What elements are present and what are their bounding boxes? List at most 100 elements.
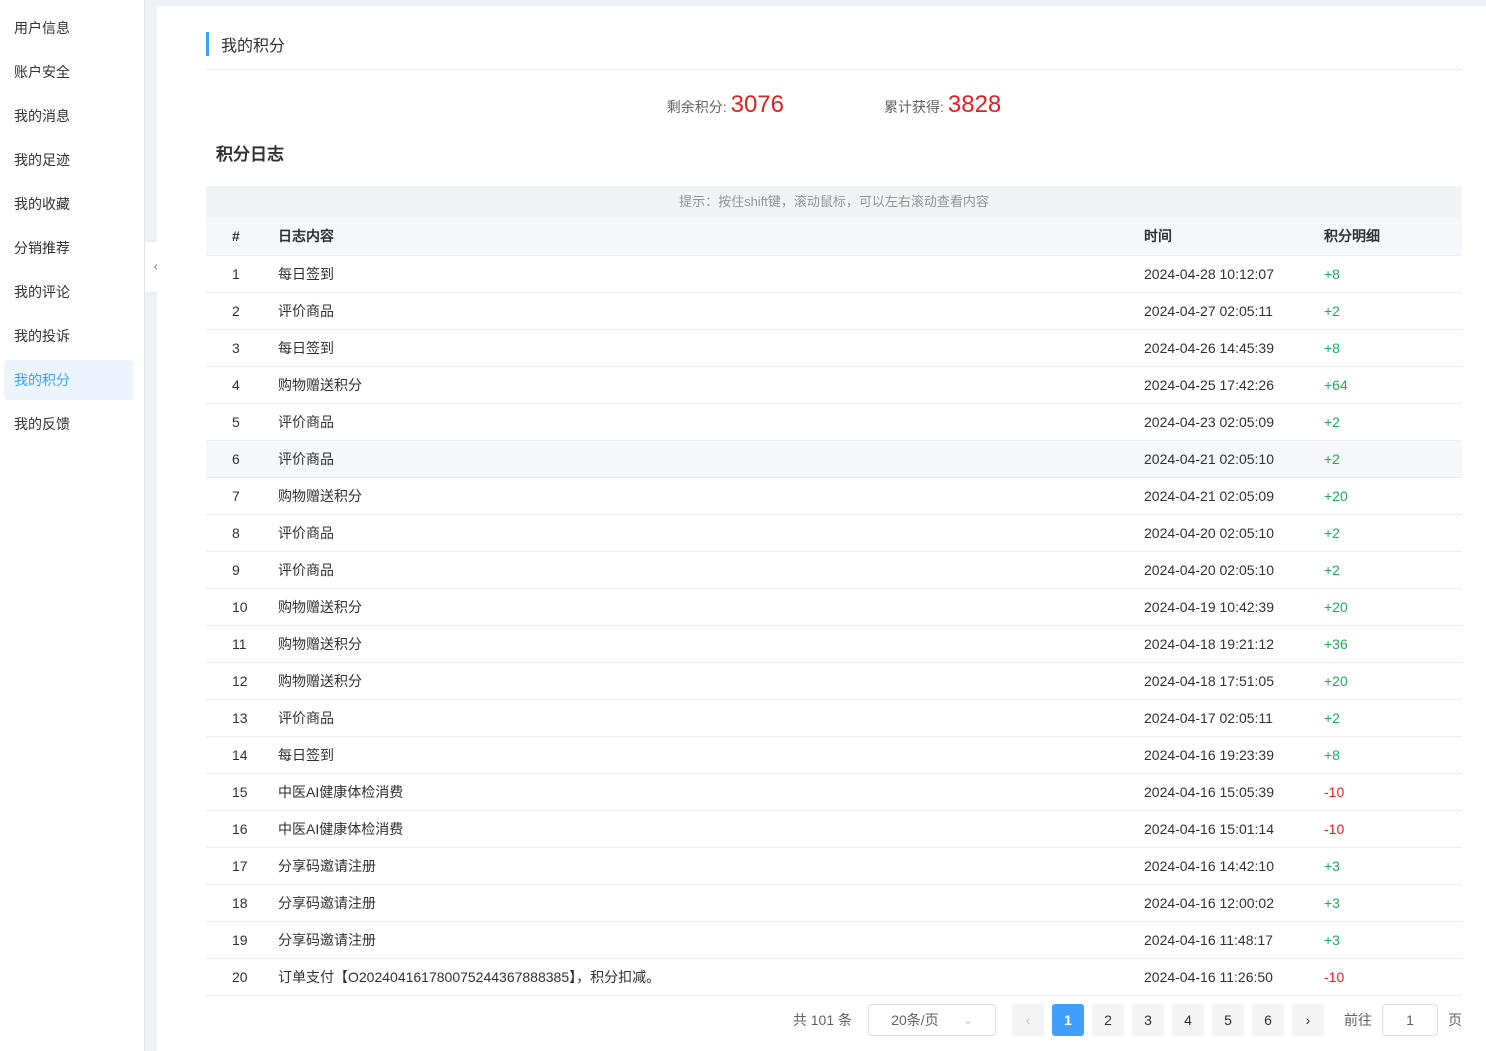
sidebar-item-9[interactable]: 我的反馈 (4, 404, 133, 444)
page-button-1[interactable]: 1 (1052, 1003, 1084, 1036)
sidebar-item-1[interactable]: 账户安全 (4, 52, 133, 92)
row-time: 2024-04-23 02:05:09 (1144, 403, 1324, 441)
sidebar-item-0[interactable]: 用户信息 (4, 8, 133, 48)
table-row: 9 评价商品 2024-04-20 02:05:10 +2 (206, 551, 1462, 589)
row-time: 2024-04-27 02:05:11 (1144, 292, 1324, 330)
row-points: +2 (1324, 699, 1462, 737)
row-index: 12 (206, 662, 278, 700)
sidebar-item-7[interactable]: 我的投诉 (4, 316, 133, 356)
table-row: 5 评价商品 2024-04-23 02:05:09 +2 (206, 403, 1462, 441)
table-row: 7 购物赠送积分 2024-04-21 02:05:09 +20 (206, 477, 1462, 515)
row-content: 购物赠送积分 (278, 366, 1144, 404)
row-index: 18 (206, 884, 278, 922)
log-title: 积分日志 (216, 145, 284, 164)
column-header-time: 时间 (1144, 218, 1324, 256)
page-button-5[interactable]: 5 (1212, 1003, 1244, 1036)
page-button-2[interactable]: 2 (1092, 1003, 1124, 1036)
row-content: 每日签到 (278, 255, 1144, 293)
row-index: 9 (206, 551, 278, 589)
row-points: +8 (1324, 329, 1462, 367)
total-points: 累计获得: 3828 (884, 91, 1001, 119)
row-index: 8 (206, 514, 278, 552)
row-time: 2024-04-20 02:05:10 (1144, 551, 1324, 589)
row-content: 评价商品 (278, 292, 1144, 330)
sidebar-item-8[interactable]: 我的积分 (4, 360, 133, 400)
table-header-row: # 日志内容 时间 积分明细 (206, 218, 1462, 256)
chevron-right-icon: › (1305, 1011, 1311, 1028)
row-content: 评价商品 (278, 440, 1144, 478)
row-points: +20 (1324, 588, 1462, 626)
row-points: +20 (1324, 477, 1462, 515)
row-index: 2 (206, 292, 278, 330)
pagination: 共 101 条 20条/页 ⌄ ‹ 123456 › 前往 页 (206, 996, 1462, 1044)
goto-suffix: 页 (1448, 1011, 1462, 1028)
row-content: 购物赠送积分 (278, 625, 1144, 663)
page-button-3[interactable]: 3 (1132, 1003, 1164, 1036)
row-content: 中医AI健康体检消费 (278, 773, 1144, 811)
row-points: +2 (1324, 292, 1462, 330)
row-time: 2024-04-21 02:05:09 (1144, 477, 1324, 515)
row-time: 2024-04-16 11:26:50 (1144, 958, 1324, 996)
row-time: 2024-04-26 14:45:39 (1144, 329, 1324, 367)
sidebar-item-6[interactable]: 我的评论 (4, 272, 133, 312)
prev-page-button[interactable]: ‹ (1012, 1003, 1044, 1036)
row-points: -10 (1324, 773, 1462, 811)
sidebar-item-5[interactable]: 分销推荐 (4, 228, 133, 268)
column-header-content: 日志内容 (278, 218, 1144, 256)
row-index: 19 (206, 921, 278, 959)
row-time: 2024-04-19 10:42:39 (1144, 588, 1324, 626)
row-index: 5 (206, 403, 278, 441)
sidebar-item-4[interactable]: 我的收藏 (4, 184, 133, 224)
goto-page: 前往 页 (1344, 1003, 1462, 1036)
row-content: 评价商品 (278, 514, 1144, 552)
row-points: +64 (1324, 366, 1462, 404)
table-row: 16 中医AI健康体检消费 2024-04-16 15:01:14 -10 (206, 810, 1462, 848)
next-page-button[interactable]: › (1292, 1003, 1324, 1036)
points-log-table: # 日志内容 时间 积分明细 1 每日签到 2024-04-28 10:12:07 +… (206, 218, 1462, 996)
row-index: 6 (206, 440, 278, 478)
page-button-6[interactable]: 6 (1252, 1003, 1284, 1036)
page-button-4[interactable]: 4 (1172, 1003, 1204, 1036)
remaining-points-value: 3076 (730, 91, 784, 118)
goto-page-input[interactable] (1382, 1003, 1438, 1036)
table-row: 17 分享码邀请注册 2024-04-16 14:42:10 +3 (206, 847, 1462, 885)
row-content: 购物赠送积分 (278, 477, 1144, 515)
row-time: 2024-04-16 14:42:10 (1144, 847, 1324, 885)
sidebar-item-2[interactable]: 我的消息 (4, 96, 133, 136)
total-points-label: 累计获得: (884, 99, 944, 115)
table-row: 2 评价商品 2024-04-27 02:05:11 +2 (206, 292, 1462, 330)
row-points: +2 (1324, 551, 1462, 589)
row-content: 每日签到 (278, 329, 1144, 367)
row-points: +36 (1324, 625, 1462, 663)
row-index: 11 (206, 625, 278, 663)
row-content: 中医AI健康体检消费 (278, 810, 1144, 848)
page-size-select[interactable]: 20条/页 ⌄ (868, 1003, 996, 1036)
row-index: 17 (206, 847, 278, 885)
sidebar-item-3[interactable]: 我的足迹 (4, 140, 133, 180)
row-points: +3 (1324, 847, 1462, 885)
row-time: 2024-04-16 11:48:17 (1144, 921, 1324, 959)
row-index: 13 (206, 699, 278, 737)
row-content: 每日签到 (278, 736, 1144, 774)
column-header-points: 积分明细 (1324, 218, 1462, 256)
goto-label: 前往 (1344, 1011, 1372, 1028)
page-header: 我的积分 (206, 6, 1462, 70)
row-content: 订单支付【O20240416178007524436788838​5】，积分扣减… (278, 958, 1144, 996)
row-time: 2024-04-17 02:05:11 (1144, 699, 1324, 737)
row-points: +2 (1324, 403, 1462, 441)
table-row: 13 评价商品 2024-04-17 02:05:11 +2 (206, 699, 1462, 737)
row-time: 2024-04-21 02:05:10 (1144, 440, 1324, 478)
row-index: 15 (206, 773, 278, 811)
page-title: 我的积分 (221, 37, 286, 55)
total-points-value: 3828 (947, 91, 1002, 118)
row-points: +2 (1324, 514, 1462, 552)
row-index: 20 (206, 958, 278, 996)
remaining-points-label: 剩余积分: (666, 99, 727, 115)
row-content: 分享码邀请注册 (278, 921, 1144, 959)
row-time: 2024-04-16 12:00:02 (1144, 884, 1324, 922)
row-content: 评价商品 (278, 403, 1144, 441)
title-accent-bar (206, 31, 209, 56)
row-points: +8 (1324, 736, 1462, 774)
table-row: 1 每日签到 2024-04-28 10:12:07 +8 (206, 255, 1462, 293)
row-index: 4 (206, 366, 278, 404)
